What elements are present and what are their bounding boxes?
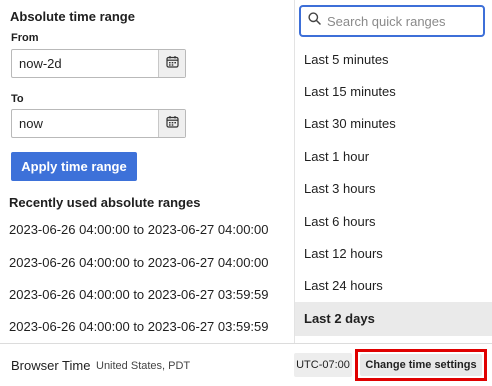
apply-time-range-button[interactable]: Apply time range [11,152,137,181]
absolute-range-panel: Absolute time range From now-2d To now A… [0,0,294,343]
from-field[interactable]: now-2d [11,49,186,78]
to-label: To [11,93,24,105]
from-label: From [11,32,39,44]
quick-range-item[interactable]: Last 1 hour [295,141,492,173]
quick-ranges-panel: Search quick ranges Last 5 minutes Last … [294,0,492,343]
change-time-settings-button[interactable]: Change time settings [360,354,482,376]
search-icon [308,12,321,30]
calendar-icon [165,115,179,133]
recent-range-item[interactable]: 2023-06-26 04:00:00 to 2023-06-27 03:59:… [9,287,269,302]
to-field[interactable]: now [11,109,186,138]
quick-range-item[interactable]: Last 30 minutes [295,108,492,140]
quick-range-item[interactable]: Last 3 hours [295,173,492,205]
quick-range-item-selected[interactable]: Last 2 days [295,302,492,336]
quick-range-item[interactable]: Last 12 hours [295,238,492,270]
timezone-offset: UTC-07:00 [294,353,352,377]
recent-range-item[interactable]: 2023-06-26 04:00:00 to 2023-06-27 04:00:… [9,222,269,237]
recent-ranges-title: Recently used absolute ranges [9,195,201,210]
recent-range-item[interactable]: 2023-06-26 04:00:00 to 2023-06-27 03:59:… [9,319,269,334]
quick-range-search[interactable]: Search quick ranges [299,5,485,37]
to-input[interactable]: now [12,110,158,137]
from-calendar-button[interactable] [158,50,185,77]
calendar-icon [165,55,179,73]
recent-range-item[interactable]: 2023-06-26 04:00:00 to 2023-06-27 04:00:… [9,255,269,270]
change-time-settings-highlight: Change time settings [355,349,487,381]
search-input[interactable]: Search quick ranges [327,14,446,29]
timezone-footer: Browser Time United States, PDT UTC-07:0… [0,343,492,386]
quick-range-item[interactable]: Last 15 minutes [295,76,492,108]
quick-range-item[interactable]: Last 6 hours [295,206,492,238]
quick-range-item[interactable]: Last 5 minutes [295,44,492,76]
timezone-name: Browser Time [11,358,91,373]
from-input[interactable]: now-2d [12,50,158,77]
to-calendar-button[interactable] [158,110,185,137]
absolute-range-title: Absolute time range [10,9,135,24]
timezone-location: United States, PDT [96,360,191,372]
quick-range-item[interactable]: Last 24 hours [295,270,492,302]
